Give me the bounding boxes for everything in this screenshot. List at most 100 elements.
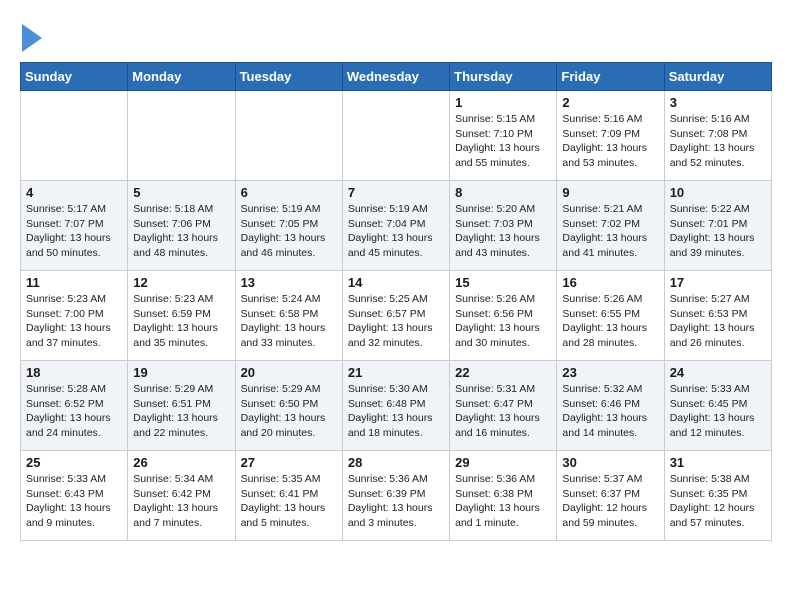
- logo: [20, 20, 42, 52]
- day-info: Sunrise: 5:33 AM Sunset: 6:43 PM Dayligh…: [26, 472, 122, 531]
- day-info: Sunrise: 5:26 AM Sunset: 6:56 PM Dayligh…: [455, 292, 551, 351]
- day-number: 7: [348, 185, 444, 200]
- day-info: Sunrise: 5:16 AM Sunset: 7:08 PM Dayligh…: [670, 112, 766, 171]
- day-number: 12: [133, 275, 229, 290]
- day-info: Sunrise: 5:19 AM Sunset: 7:05 PM Dayligh…: [241, 202, 337, 261]
- day-info: Sunrise: 5:20 AM Sunset: 7:03 PM Dayligh…: [455, 202, 551, 261]
- calendar-cell: 22 Sunrise: 5:31 AM Sunset: 6:47 PM Dayli…: [450, 361, 557, 451]
- day-number: 29: [455, 455, 551, 470]
- header-day-sunday: Sunday: [21, 63, 128, 91]
- calendar-table: SundayMondayTuesdayWednesdayThursdayFrid…: [20, 62, 772, 541]
- day-info: Sunrise: 5:24 AM Sunset: 6:58 PM Dayligh…: [241, 292, 337, 351]
- day-info: Sunrise: 5:21 AM Sunset: 7:02 PM Dayligh…: [562, 202, 658, 261]
- day-number: 8: [455, 185, 551, 200]
- day-info: Sunrise: 5:35 AM Sunset: 6:41 PM Dayligh…: [241, 472, 337, 531]
- day-info: Sunrise: 5:15 AM Sunset: 7:10 PM Dayligh…: [455, 112, 551, 171]
- calendar-cell: 20Sunrise: 5:29 AM Sunset: 6:50 PM Dayli…: [235, 361, 342, 451]
- day-info: Sunrise: 5:34 AM Sunset: 6:42 PM Dayligh…: [133, 472, 229, 531]
- calendar-header: SundayMondayTuesdayWednesdayThursdayFrid…: [21, 63, 772, 91]
- day-number: 21: [348, 365, 444, 380]
- calendar-cell: 13 Sunrise: 5:24 AM Sunset: 6:58 PM Dayli…: [235, 271, 342, 361]
- day-number: 16: [562, 275, 658, 290]
- day-info: Sunrise: 5:38 AM Sunset: 6:35 PM Dayligh…: [670, 472, 766, 531]
- calendar-cell: 12 Sunrise: 5:23 AM Sunset: 6:59 PM Dayli…: [128, 271, 235, 361]
- calendar-cell: 7 Sunrise: 5:19 AM Sunset: 7:04 PM Daylig…: [342, 181, 449, 271]
- day-number: 30: [562, 455, 658, 470]
- day-info: Sunrise: 5:23 AM Sunset: 7:00 PM Dayligh…: [26, 292, 122, 351]
- day-number: 11: [26, 275, 122, 290]
- day-number: 20: [241, 365, 337, 380]
- day-number: 19: [133, 365, 229, 380]
- day-number: 23: [562, 365, 658, 380]
- calendar-cell: 1 Sunrise: 5:15 AM Sunset: 7:10 PM Daylig…: [450, 91, 557, 181]
- calendar-cell: 17 Sunrise: 5:27 AM Sunset: 6:53 PM Dayli…: [664, 271, 771, 361]
- calendar-cell: 28 Sunrise: 5:36 AM Sunset: 6:39 PM Dayli…: [342, 451, 449, 541]
- calendar-cell: 4Sunrise: 5:17 AM Sunset: 7:07 PM Daylig…: [21, 181, 128, 271]
- calendar-cell: 8 Sunrise: 5:20 AM Sunset: 7:03 PM Daylig…: [450, 181, 557, 271]
- day-info: Sunrise: 5:29 AM Sunset: 6:51 PM Dayligh…: [133, 382, 229, 441]
- day-info: Sunrise: 5:36 AM Sunset: 6:39 PM Dayligh…: [348, 472, 444, 531]
- day-number: 14: [348, 275, 444, 290]
- day-info: Sunrise: 5:22 AM Sunset: 7:01 PM Dayligh…: [670, 202, 766, 261]
- logo-arrow-icon: [22, 24, 42, 52]
- day-info: Sunrise: 5:25 AM Sunset: 6:57 PM Dayligh…: [348, 292, 444, 351]
- day-number: 1: [455, 95, 551, 110]
- day-number: 10: [670, 185, 766, 200]
- calendar-cell: 24 Sunrise: 5:33 AM Sunset: 6:45 PM Dayli…: [664, 361, 771, 451]
- day-info: Sunrise: 5:28 AM Sunset: 6:52 PM Dayligh…: [26, 382, 122, 441]
- day-number: 24: [670, 365, 766, 380]
- day-number: 26: [133, 455, 229, 470]
- calendar-cell: 14 Sunrise: 5:25 AM Sunset: 6:57 PM Dayli…: [342, 271, 449, 361]
- calendar-cell: 21 Sunrise: 5:30 AM Sunset: 6:48 PM Dayli…: [342, 361, 449, 451]
- calendar-cell: [21, 91, 128, 181]
- header-day-monday: Monday: [128, 63, 235, 91]
- day-number: 31: [670, 455, 766, 470]
- calendar-week-2: 4Sunrise: 5:17 AM Sunset: 7:07 PM Daylig…: [21, 181, 772, 271]
- day-info: Sunrise: 5:30 AM Sunset: 6:48 PM Dayligh…: [348, 382, 444, 441]
- calendar-cell: 9 Sunrise: 5:21 AM Sunset: 7:02 PM Daylig…: [557, 181, 664, 271]
- day-number: 13: [241, 275, 337, 290]
- header-day-friday: Friday: [557, 63, 664, 91]
- day-info: Sunrise: 5:19 AM Sunset: 7:04 PM Dayligh…: [348, 202, 444, 261]
- calendar-cell: 18 Sunrise: 5:28 AM Sunset: 6:52 PM Dayli…: [21, 361, 128, 451]
- calendar-cell: 6Sunrise: 5:19 AM Sunset: 7:05 PM Daylig…: [235, 181, 342, 271]
- calendar-cell: 3 Sunrise: 5:16 AM Sunset: 7:08 PM Daylig…: [664, 91, 771, 181]
- header-row: SundayMondayTuesdayWednesdayThursdayFrid…: [21, 63, 772, 91]
- day-number: 17: [670, 275, 766, 290]
- calendar-week-1: 1 Sunrise: 5:15 AM Sunset: 7:10 PM Daylig…: [21, 91, 772, 181]
- day-info: Sunrise: 5:27 AM Sunset: 6:53 PM Dayligh…: [670, 292, 766, 351]
- day-number: 22: [455, 365, 551, 380]
- day-number: 18: [26, 365, 122, 380]
- day-info: Sunrise: 5:31 AM Sunset: 6:47 PM Dayligh…: [455, 382, 551, 441]
- calendar-cell: 16 Sunrise: 5:26 AM Sunset: 6:55 PM Dayli…: [557, 271, 664, 361]
- day-info: Sunrise: 5:17 AM Sunset: 7:07 PM Dayligh…: [26, 202, 122, 261]
- header-day-saturday: Saturday: [664, 63, 771, 91]
- day-number: 28: [348, 455, 444, 470]
- header-day-tuesday: Tuesday: [235, 63, 342, 91]
- calendar-cell: 27 Sunrise: 5:35 AM Sunset: 6:41 PM Dayli…: [235, 451, 342, 541]
- day-number: 9: [562, 185, 658, 200]
- day-number: 27: [241, 455, 337, 470]
- day-info: Sunrise: 5:23 AM Sunset: 6:59 PM Dayligh…: [133, 292, 229, 351]
- calendar-cell: 5Sunrise: 5:18 AM Sunset: 7:06 PM Daylig…: [128, 181, 235, 271]
- day-info: Sunrise: 5:36 AM Sunset: 6:38 PM Dayligh…: [455, 472, 551, 531]
- calendar-cell: 25 Sunrise: 5:33 AM Sunset: 6:43 PM Dayli…: [21, 451, 128, 541]
- calendar-week-3: 11 Sunrise: 5:23 AM Sunset: 7:00 PM Dayli…: [21, 271, 772, 361]
- day-number: 3: [670, 95, 766, 110]
- day-info: Sunrise: 5:33 AM Sunset: 6:45 PM Dayligh…: [670, 382, 766, 441]
- calendar-cell: [342, 91, 449, 181]
- calendar-cell: 11 Sunrise: 5:23 AM Sunset: 7:00 PM Dayli…: [21, 271, 128, 361]
- calendar-cell: 2Sunrise: 5:16 AM Sunset: 7:09 PM Daylig…: [557, 91, 664, 181]
- calendar-cell: 15Sunrise: 5:26 AM Sunset: 6:56 PM Dayli…: [450, 271, 557, 361]
- calendar-body: 1 Sunrise: 5:15 AM Sunset: 7:10 PM Daylig…: [21, 91, 772, 541]
- day-info: Sunrise: 5:26 AM Sunset: 6:55 PM Dayligh…: [562, 292, 658, 351]
- day-number: 5: [133, 185, 229, 200]
- page-header: [20, 20, 772, 52]
- calendar-cell: 30Sunrise: 5:37 AM Sunset: 6:37 PM Dayli…: [557, 451, 664, 541]
- day-number: 25: [26, 455, 122, 470]
- calendar-cell: 26 Sunrise: 5:34 AM Sunset: 6:42 PM Dayli…: [128, 451, 235, 541]
- day-number: 2: [562, 95, 658, 110]
- calendar-cell: 10 Sunrise: 5:22 AM Sunset: 7:01 PM Dayli…: [664, 181, 771, 271]
- calendar-cell: 29 Sunrise: 5:36 AM Sunset: 6:38 PM Dayli…: [450, 451, 557, 541]
- calendar-cell: 31 Sunrise: 5:38 AM Sunset: 6:35 PM Dayli…: [664, 451, 771, 541]
